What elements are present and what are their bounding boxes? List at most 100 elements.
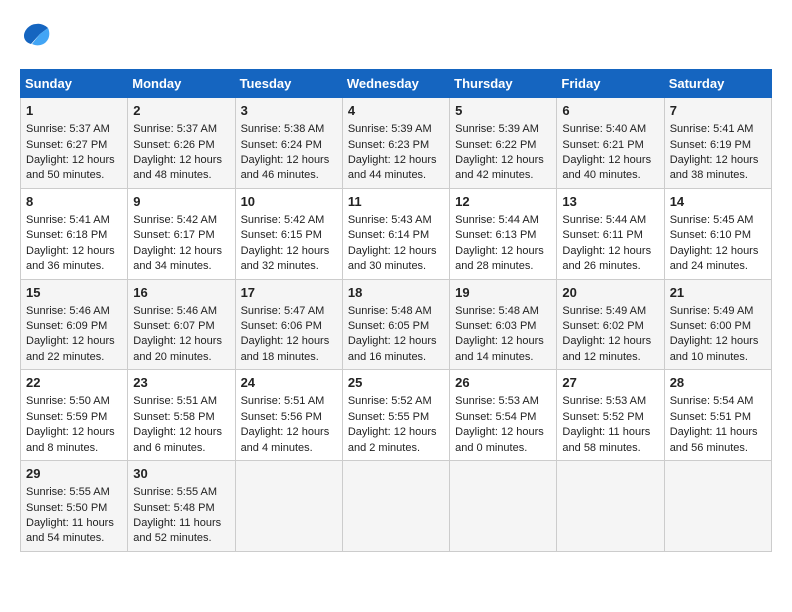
cell-info-line: Sunset: 5:58 PM — [133, 410, 229, 425]
cell-info-line: Daylight: 11 hours — [562, 425, 658, 440]
cell-info-line: Daylight: 11 hours — [26, 516, 122, 531]
column-header-friday: Friday — [557, 70, 664, 98]
cell-info-line: Sunset: 6:15 PM — [241, 228, 337, 243]
calendar-cell: 18Sunrise: 5:48 AMSunset: 6:05 PMDayligh… — [342, 279, 449, 370]
cell-info-line: and 42 minutes. — [455, 168, 551, 183]
cell-info-line: Sunrise: 5:44 AM — [455, 213, 551, 228]
calendar-header: SundayMondayTuesdayWednesdayThursdayFrid… — [21, 70, 772, 98]
cell-info-line: Sunset: 6:06 PM — [241, 319, 337, 334]
day-number: 14 — [670, 193, 766, 211]
day-number: 18 — [348, 284, 444, 302]
calendar-table: SundayMondayTuesdayWednesdayThursdayFrid… — [20, 69, 772, 552]
cell-info-line: Sunset: 5:56 PM — [241, 410, 337, 425]
calendar-cell: 13Sunrise: 5:44 AMSunset: 6:11 PMDayligh… — [557, 188, 664, 279]
cell-info-line: Daylight: 12 hours — [26, 334, 122, 349]
calendar-cell: 28Sunrise: 5:54 AMSunset: 5:51 PMDayligh… — [664, 370, 771, 461]
cell-info-line: Sunset: 5:59 PM — [26, 410, 122, 425]
cell-info-line: and 38 minutes. — [670, 168, 766, 183]
cell-info-line: Sunset: 6:13 PM — [455, 228, 551, 243]
cell-info-line: and 52 minutes. — [133, 531, 229, 546]
cell-info-line: and 4 minutes. — [241, 441, 337, 456]
cell-info-line: Sunrise: 5:48 AM — [455, 304, 551, 319]
calendar-cell: 17Sunrise: 5:47 AMSunset: 6:06 PMDayligh… — [235, 279, 342, 370]
cell-info-line: Sunrise: 5:39 AM — [455, 122, 551, 137]
page-header — [20, 20, 772, 53]
cell-info-line: Daylight: 11 hours — [133, 516, 229, 531]
cell-info-line: Sunset: 6:02 PM — [562, 319, 658, 334]
week-row-2: 15Sunrise: 5:46 AMSunset: 6:09 PMDayligh… — [21, 279, 772, 370]
calendar-cell: 8Sunrise: 5:41 AMSunset: 6:18 PMDaylight… — [21, 188, 128, 279]
column-header-thursday: Thursday — [450, 70, 557, 98]
day-number: 8 — [26, 193, 122, 211]
cell-info-line: Daylight: 12 hours — [348, 244, 444, 259]
cell-info-line: and 40 minutes. — [562, 168, 658, 183]
cell-info-line: and 28 minutes. — [455, 259, 551, 274]
column-header-saturday: Saturday — [664, 70, 771, 98]
cell-info-line: and 20 minutes. — [133, 350, 229, 365]
calendar-cell: 30Sunrise: 5:55 AMSunset: 5:48 PMDayligh… — [128, 461, 235, 552]
cell-info-line: Sunset: 6:05 PM — [348, 319, 444, 334]
cell-info-line: and 6 minutes. — [133, 441, 229, 456]
cell-info-line: and 0 minutes. — [455, 441, 551, 456]
cell-info-line: and 22 minutes. — [26, 350, 122, 365]
cell-info-line: and 36 minutes. — [26, 259, 122, 274]
cell-info-line: Sunset: 5:55 PM — [348, 410, 444, 425]
cell-info-line: Sunrise: 5:42 AM — [241, 213, 337, 228]
calendar-cell: 5Sunrise: 5:39 AMSunset: 6:22 PMDaylight… — [450, 98, 557, 189]
calendar-cell: 14Sunrise: 5:45 AMSunset: 6:10 PMDayligh… — [664, 188, 771, 279]
day-number: 22 — [26, 374, 122, 392]
cell-info-line: Sunrise: 5:51 AM — [133, 394, 229, 409]
cell-info-line: Daylight: 12 hours — [26, 425, 122, 440]
cell-info-line: and 46 minutes. — [241, 168, 337, 183]
calendar-cell: 27Sunrise: 5:53 AMSunset: 5:52 PMDayligh… — [557, 370, 664, 461]
cell-info-line: Daylight: 12 hours — [455, 244, 551, 259]
cell-info-line: and 56 minutes. — [670, 441, 766, 456]
day-number: 20 — [562, 284, 658, 302]
cell-info-line: Daylight: 12 hours — [455, 425, 551, 440]
cell-info-line: Sunrise: 5:54 AM — [670, 394, 766, 409]
day-number: 3 — [241, 102, 337, 120]
column-header-monday: Monday — [128, 70, 235, 98]
calendar-cell: 24Sunrise: 5:51 AMSunset: 5:56 PMDayligh… — [235, 370, 342, 461]
day-number: 4 — [348, 102, 444, 120]
week-row-1: 8Sunrise: 5:41 AMSunset: 6:18 PMDaylight… — [21, 188, 772, 279]
cell-info-line: Sunset: 6:14 PM — [348, 228, 444, 243]
cell-info-line: Daylight: 12 hours — [241, 153, 337, 168]
cell-info-line: Daylight: 12 hours — [562, 334, 658, 349]
cell-info-line: Daylight: 12 hours — [562, 244, 658, 259]
cell-info-line: Sunset: 5:51 PM — [670, 410, 766, 425]
cell-info-line: Sunrise: 5:37 AM — [133, 122, 229, 137]
cell-info-line: Daylight: 12 hours — [348, 153, 444, 168]
cell-info-line: Sunset: 6:23 PM — [348, 138, 444, 153]
calendar-cell: 7Sunrise: 5:41 AMSunset: 6:19 PMDaylight… — [664, 98, 771, 189]
day-number: 13 — [562, 193, 658, 211]
cell-info-line: Sunset: 6:22 PM — [455, 138, 551, 153]
cell-info-line: and 50 minutes. — [26, 168, 122, 183]
cell-info-line: Sunrise: 5:46 AM — [26, 304, 122, 319]
cell-info-line: Sunrise: 5:46 AM — [133, 304, 229, 319]
cell-info-line: Sunrise: 5:43 AM — [348, 213, 444, 228]
logo — [20, 20, 56, 53]
column-header-sunday: Sunday — [21, 70, 128, 98]
calendar-cell: 3Sunrise: 5:38 AMSunset: 6:24 PMDaylight… — [235, 98, 342, 189]
cell-info-line: Sunrise: 5:47 AM — [241, 304, 337, 319]
calendar-cell — [235, 461, 342, 552]
cell-info-line: Sunset: 6:24 PM — [241, 138, 337, 153]
calendar-cell: 29Sunrise: 5:55 AMSunset: 5:50 PMDayligh… — [21, 461, 128, 552]
cell-info-line: Sunset: 6:18 PM — [26, 228, 122, 243]
cell-info-line: Sunrise: 5:52 AM — [348, 394, 444, 409]
cell-info-line: and 8 minutes. — [26, 441, 122, 456]
cell-info-line: Sunset: 6:21 PM — [562, 138, 658, 153]
cell-info-line: Sunset: 6:26 PM — [133, 138, 229, 153]
cell-info-line: Daylight: 12 hours — [26, 244, 122, 259]
calendar-cell: 15Sunrise: 5:46 AMSunset: 6:09 PMDayligh… — [21, 279, 128, 370]
calendar-cell: 16Sunrise: 5:46 AMSunset: 6:07 PMDayligh… — [128, 279, 235, 370]
cell-info-line: Daylight: 12 hours — [241, 334, 337, 349]
calendar-cell: 10Sunrise: 5:42 AMSunset: 6:15 PMDayligh… — [235, 188, 342, 279]
cell-info-line: and 10 minutes. — [670, 350, 766, 365]
day-number: 25 — [348, 374, 444, 392]
cell-info-line: Daylight: 12 hours — [455, 153, 551, 168]
cell-info-line: and 26 minutes. — [562, 259, 658, 274]
day-number: 26 — [455, 374, 551, 392]
cell-info-line: Sunrise: 5:53 AM — [562, 394, 658, 409]
